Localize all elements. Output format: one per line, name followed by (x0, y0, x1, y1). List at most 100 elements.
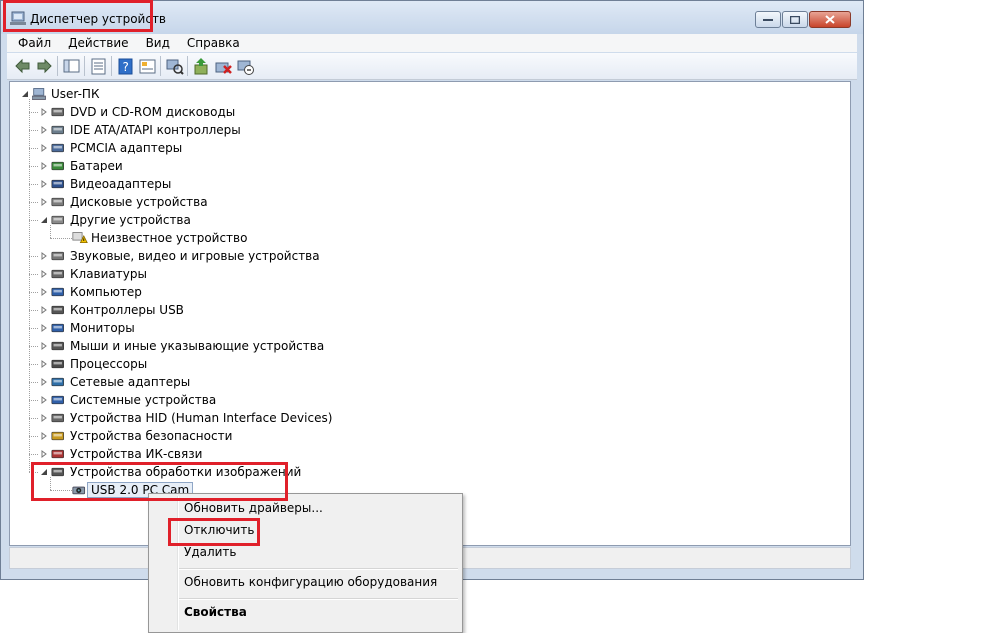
tree-connector (29, 418, 38, 419)
properties-button[interactable] (87, 55, 109, 77)
close-button[interactable] (809, 11, 851, 28)
context-scan-hardware[interactable]: Обновить конфигурацию оборудования (184, 575, 437, 589)
svg-text:?: ? (122, 60, 128, 74)
close-icon (825, 15, 835, 24)
tree-category[interactable]: Устройства HID (Human Interface Devices) (39, 409, 332, 427)
properties-icon (91, 58, 105, 74)
tree-category[interactable]: Процессоры (39, 355, 147, 373)
tree-connector (29, 274, 38, 275)
tree-category[interactable]: Системные устройства (39, 391, 216, 409)
system-devices-icon (51, 395, 64, 405)
maximize-button[interactable] (782, 11, 808, 28)
tree-category[interactable]: Клавиатуры (39, 265, 147, 283)
back-icon (14, 58, 29, 73)
update-driver-icon (194, 57, 207, 74)
tree-category[interactable]: Мониторы (39, 319, 135, 337)
collapse-triangle-icon[interactable] (20, 90, 29, 99)
context-properties[interactable]: Свойства (184, 605, 247, 619)
hid-icon (51, 413, 64, 423)
tree-connector (29, 400, 38, 401)
expand-triangle-icon[interactable] (39, 396, 48, 405)
context-update-drivers[interactable]: Обновить драйверы... (184, 501, 323, 515)
expand-triangle-icon[interactable] (39, 270, 48, 279)
expand-triangle-icon[interactable] (39, 198, 48, 207)
monitor-icon (51, 323, 64, 333)
scan-hardware-button[interactable] (163, 55, 185, 77)
tree-category[interactable]: Дисковые устройства (39, 193, 208, 211)
tree-category-label: PCMCIA адаптеры (70, 141, 183, 155)
scan-hardware-icon (166, 59, 184, 75)
tree-category[interactable]: Контроллеры USB (39, 301, 184, 319)
forward-icon (37, 58, 52, 73)
toolbar-separator (187, 56, 188, 76)
show-hide-icon (139, 59, 155, 73)
forward-button[interactable] (33, 55, 55, 77)
expand-triangle-icon[interactable] (39, 252, 48, 261)
expand-triangle-icon[interactable] (39, 360, 48, 369)
tree-category-label: Звуковые, видео и игровые устройства (70, 249, 320, 263)
expand-triangle-icon[interactable] (39, 450, 48, 459)
console-tree-button[interactable] (60, 55, 82, 77)
highlight-imaging-devices (31, 462, 288, 501)
uninstall-button[interactable] (212, 55, 234, 77)
help-button[interactable]: ? (114, 55, 136, 77)
tree-category[interactable]: Сетевые адаптеры (39, 373, 190, 391)
menu-bar: Файл Действие Вид Справка (7, 34, 857, 52)
tree-category-label: Видеоадаптеры (70, 177, 172, 191)
tree-category[interactable]: Звуковые, видео и игровые устройства (39, 247, 320, 265)
other-devices-icon (51, 215, 64, 225)
tree-category[interactable]: Батареи (39, 157, 123, 175)
network-adapter-icon (51, 377, 64, 387)
collapse-triangle-icon[interactable] (39, 216, 48, 225)
expand-triangle-icon[interactable] (39, 144, 48, 153)
tree-category[interactable]: Устройства безопасности (39, 427, 232, 445)
menu-action[interactable]: Действие (62, 36, 134, 50)
expand-triangle-icon[interactable] (39, 108, 48, 117)
expand-triangle-icon[interactable] (39, 324, 48, 333)
back-button[interactable] (11, 55, 33, 77)
uninstall-icon (215, 62, 232, 74)
menu-view[interactable]: Вид (140, 36, 176, 50)
context-uninstall[interactable]: Удалить (184, 545, 237, 559)
tree-category[interactable]: PCMCIA адаптеры (39, 139, 182, 157)
update-driver-button[interactable] (190, 55, 212, 77)
tree-category[interactable]: Компьютер (39, 283, 142, 301)
tree-category-label: Устройства безопасности (70, 429, 233, 443)
menu-help[interactable]: Справка (181, 36, 246, 50)
menu-file[interactable]: Файл (12, 36, 57, 50)
tree-category[interactable]: DVD и CD-ROM дисководы (39, 103, 235, 121)
tree-category[interactable]: Мыши и иные указывающие устройства (39, 337, 324, 355)
expand-triangle-icon[interactable] (39, 306, 48, 315)
tree-category-label: DVD и CD-ROM дисководы (70, 105, 236, 119)
expand-triangle-icon[interactable] (39, 162, 48, 171)
dvd-drive-icon (51, 107, 64, 117)
tree-category[interactable]: Другие устройства (39, 211, 191, 229)
tree-root[interactable]: User-ПК (20, 85, 99, 103)
toolbar-separator (84, 56, 85, 76)
disable-button[interactable] (234, 55, 256, 77)
computer-root-icon (32, 88, 46, 100)
minimize-button[interactable] (755, 11, 781, 28)
expand-triangle-icon[interactable] (39, 342, 48, 351)
help-icon: ? (118, 58, 132, 74)
tree-connector (29, 292, 38, 293)
tree-category[interactable]: Видеоадаптеры (39, 175, 171, 193)
tree-category[interactable]: IDE ATA/ATAPI контроллеры (39, 121, 241, 139)
tree-connector (29, 364, 38, 365)
expand-triangle-icon[interactable] (39, 414, 48, 423)
expand-triangle-icon[interactable] (39, 180, 48, 189)
tree-category[interactable]: Устройства ИК-связи (39, 445, 202, 463)
tree-connector (29, 328, 38, 329)
expand-triangle-icon[interactable] (39, 432, 48, 441)
show-hide-button[interactable] (136, 55, 158, 77)
tree-connector (29, 112, 38, 113)
expand-triangle-icon[interactable] (39, 378, 48, 387)
tree-category-label: Устройства ИК-связи (70, 447, 203, 461)
tree-category-label: Контроллеры USB (70, 303, 184, 317)
tree-category-label: Другие устройства (70, 213, 191, 227)
expand-triangle-icon[interactable] (39, 288, 48, 297)
expand-triangle-icon[interactable] (39, 126, 48, 135)
tree-connector (50, 238, 72, 239)
tree-device[interactable]: Неизвестное устройство (60, 229, 247, 247)
maximize-icon (790, 15, 800, 24)
